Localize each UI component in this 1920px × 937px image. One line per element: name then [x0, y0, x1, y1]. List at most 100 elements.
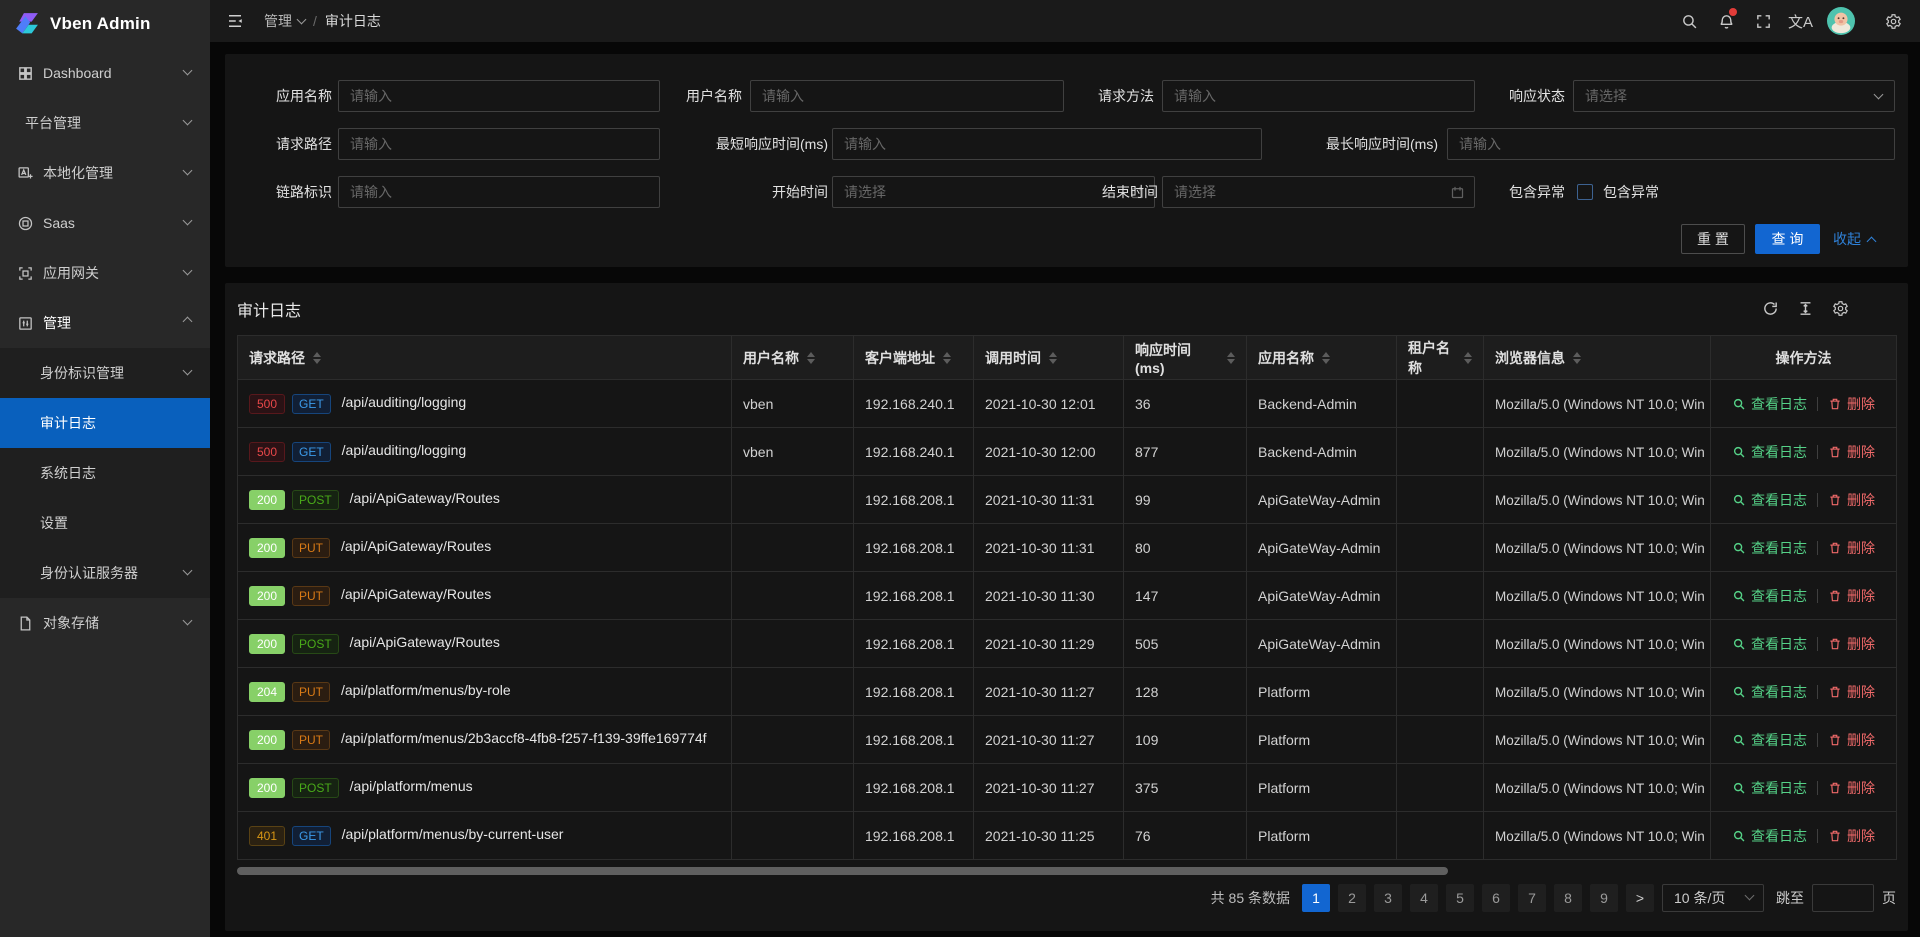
actions-cell: 查看日志 删除 — [1711, 428, 1897, 476]
action-divider — [1817, 541, 1818, 555]
sort-icon[interactable] — [943, 352, 951, 364]
chevron-down-icon — [183, 116, 193, 126]
sidebar-item-identity-management[interactable]: 身份标识管理 — [0, 348, 210, 398]
delete-link[interactable]: 删除 — [1828, 778, 1875, 798]
delete-link[interactable]: 删除 — [1828, 634, 1875, 654]
page-button-1[interactable]: 1 — [1302, 884, 1330, 912]
user-avatar[interactable] — [1819, 0, 1863, 42]
column-header[interactable]: 应用名称 — [1247, 336, 1397, 380]
request-path-cell: 200PUT/api/ApiGateway/Routes — [238, 572, 732, 620]
view-log-link[interactable]: 查看日志 — [1732, 682, 1807, 702]
sidebar-item-object-storage[interactable]: 对象存储 — [0, 598, 210, 648]
has-exception-checkbox[interactable] — [1577, 184, 1593, 200]
page-button-6[interactable]: 6 — [1482, 884, 1510, 912]
http-status-select[interactable]: 请选择 — [1573, 80, 1895, 112]
max-response-time-input[interactable]: 请输入 — [1447, 128, 1895, 160]
sort-icon[interactable] — [1049, 352, 1057, 364]
browser-cell: Mozilla/5.0 (Windows NT 10.0; Win — [1484, 812, 1711, 860]
view-log-link[interactable]: 查看日志 — [1732, 442, 1807, 462]
request-path-cell: 200PUT/api/platform/menus/2b3accf8-4fb8-… — [238, 716, 732, 764]
action-divider — [1817, 493, 1818, 507]
delete-link[interactable]: 删除 — [1828, 682, 1875, 702]
search-icon[interactable] — [1671, 0, 1708, 42]
view-log-link[interactable]: 查看日志 — [1732, 538, 1807, 558]
horizontal-scrollbar[interactable] — [237, 867, 1448, 875]
query-button[interactable]: 查 询 — [1755, 224, 1820, 254]
sidebar-item-audit-log[interactable]: 审计日志 — [0, 398, 210, 448]
view-log-link[interactable]: 查看日志 — [1732, 634, 1807, 654]
user-name-cell — [732, 764, 854, 812]
column-header[interactable]: 响应时间(ms) — [1124, 336, 1247, 380]
delete-link[interactable]: 删除 — [1828, 394, 1875, 414]
column-settings-gear-icon[interactable] — [1832, 300, 1850, 318]
sidebar-item-auth-server[interactable]: 身份认证服务器 — [0, 548, 210, 598]
delete-link[interactable]: 删除 — [1828, 538, 1875, 558]
reset-button[interactable]: 重 置 — [1681, 224, 1745, 254]
column-header[interactable]: 浏览器信息 — [1484, 336, 1711, 380]
column-header[interactable]: 用户名称 — [732, 336, 854, 380]
action-divider — [1817, 589, 1818, 603]
page-button-9[interactable]: 9 — [1590, 884, 1618, 912]
view-log-link[interactable]: 查看日志 — [1732, 730, 1807, 750]
sort-icon[interactable] — [807, 352, 815, 364]
column-header[interactable]: 客户端地址 — [854, 336, 974, 380]
table-toolbar — [1762, 300, 1850, 318]
tenant-cell — [1397, 716, 1484, 764]
tenant-cell — [1397, 572, 1484, 620]
breadcrumb-section[interactable]: 管理 — [264, 11, 305, 31]
delete-link[interactable]: 删除 — [1828, 490, 1875, 510]
menu-fold-icon[interactable] — [222, 8, 248, 34]
page-button-2[interactable]: 2 — [1338, 884, 1366, 912]
delete-link[interactable]: 删除 — [1828, 826, 1875, 846]
view-log-link[interactable]: 查看日志 — [1732, 394, 1807, 414]
delete-link[interactable]: 删除 — [1828, 442, 1875, 462]
chevron-down-icon — [1745, 891, 1755, 901]
view-log-link[interactable]: 查看日志 — [1732, 778, 1807, 798]
sidebar-item-localization[interactable]: 本地化管理 — [0, 148, 210, 198]
sort-icon[interactable] — [1464, 352, 1472, 364]
response-time-cell: 147 — [1124, 572, 1247, 620]
sidebar-item-settings[interactable]: 设置 — [0, 498, 210, 548]
column-header[interactable]: 请求路径 — [238, 336, 732, 380]
has-exception-label: 包含异常 — [1425, 176, 1565, 208]
settings-gear-icon[interactable] — [1875, 0, 1912, 42]
sidebar-item-platform[interactable]: 平台管理 — [0, 98, 210, 148]
page-button-8[interactable]: 8 — [1554, 884, 1582, 912]
sort-icon[interactable] — [1322, 352, 1330, 364]
page-button-4[interactable]: 4 — [1410, 884, 1438, 912]
sidebar-item-system-log[interactable]: 系统日志 — [0, 448, 210, 498]
page-button-7[interactable]: 7 — [1518, 884, 1546, 912]
sort-icon[interactable] — [1573, 352, 1581, 364]
translate-icon[interactable]: 文A — [1782, 0, 1819, 42]
sort-icon[interactable] — [313, 352, 321, 364]
status-badge: 200 — [249, 730, 285, 750]
page-size-select[interactable]: 10 条/页 — [1662, 884, 1764, 912]
sort-icon[interactable] — [1227, 352, 1235, 364]
trace-id-input[interactable]: 请输入 — [338, 176, 660, 208]
next-page-button[interactable]: > — [1626, 884, 1654, 912]
column-header[interactable]: 租户名称 — [1397, 336, 1484, 380]
sidebar-item-dashboard[interactable]: Dashboard — [0, 48, 210, 98]
sidebar-item-saas[interactable]: Saas — [0, 198, 210, 248]
delete-link[interactable]: 删除 — [1828, 730, 1875, 750]
notification-bell-icon[interactable] — [1708, 0, 1745, 42]
request-path-input[interactable]: 请输入 — [338, 128, 660, 160]
collapse-link[interactable]: 收起 — [1833, 224, 1875, 254]
table-row: 200PUT/api/platform/menus/2b3accf8-4fb8-… — [238, 716, 1897, 764]
page-button-5[interactable]: 5 — [1446, 884, 1474, 912]
row-height-icon[interactable] — [1797, 300, 1815, 318]
min-response-time-input[interactable]: 请输入 — [832, 128, 1262, 160]
jump-to-page-input[interactable] — [1812, 884, 1874, 912]
delete-link[interactable]: 删除 — [1828, 586, 1875, 606]
logo[interactable]: Vben Admin — [0, 0, 210, 48]
response-time-cell: 36 — [1124, 380, 1247, 428]
page-button-3[interactable]: 3 — [1374, 884, 1402, 912]
sidebar-item-gateway[interactable]: 应用网关 — [0, 248, 210, 298]
column-header[interactable]: 调用时间 — [974, 336, 1124, 380]
sidebar-item-management[interactable]: 管理 — [0, 298, 210, 348]
refresh-icon[interactable] — [1762, 300, 1780, 318]
fullscreen-icon[interactable] — [1745, 0, 1782, 42]
view-log-link[interactable]: 查看日志 — [1732, 586, 1807, 606]
view-log-link[interactable]: 查看日志 — [1732, 826, 1807, 846]
view-log-link[interactable]: 查看日志 — [1732, 490, 1807, 510]
